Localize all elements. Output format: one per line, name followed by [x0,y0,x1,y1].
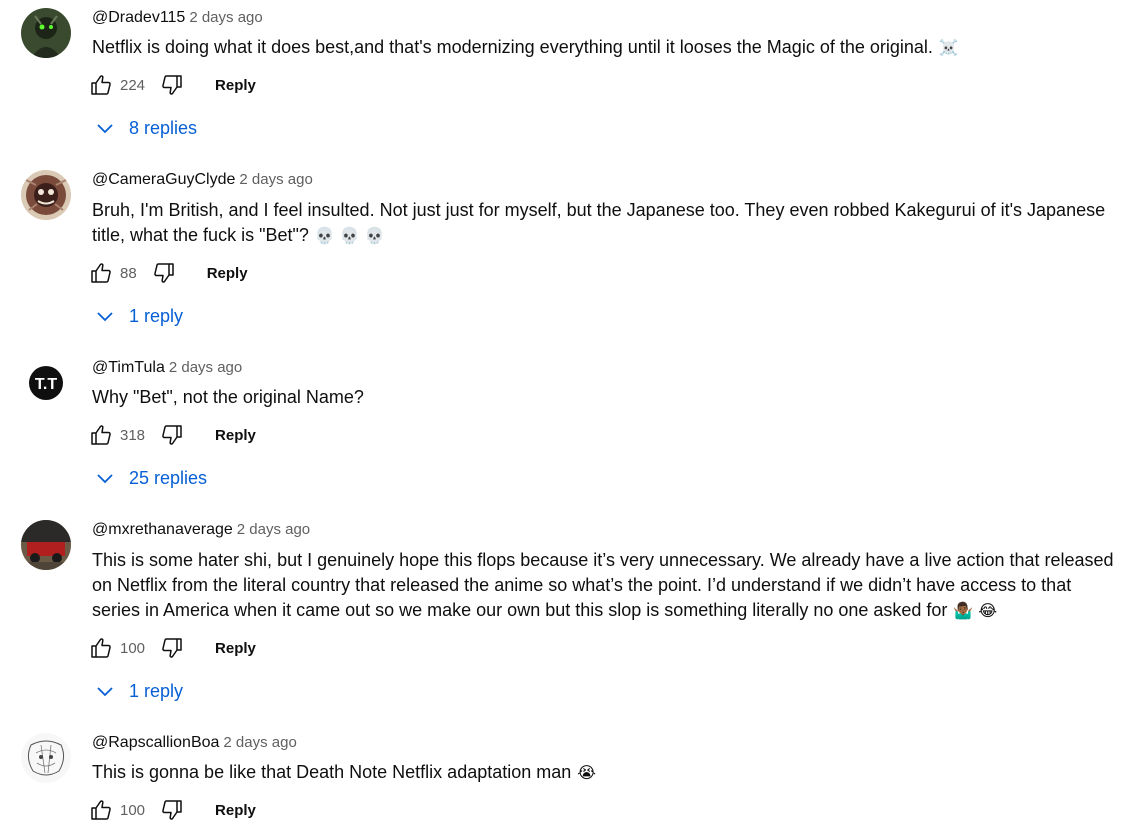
comment-header: @CameraGuyClyde 2 days ago [92,171,313,189]
comment-emoji: 😭 [577,763,596,782]
chevron-down-icon [94,117,116,139]
like-button[interactable] [88,635,114,661]
thumbs-down-icon [162,638,182,658]
dislike-button[interactable] [159,72,185,98]
comment-timestamp[interactable]: 2 days ago [189,9,262,26]
chevron-down-icon [94,305,116,327]
comment-timestamp[interactable]: 2 days ago [223,734,296,751]
comment-text: Why "Bet", not the original Name? [92,385,1117,410]
comment-author[interactable]: @mxrethanaverage [92,521,233,538]
comment-author[interactable]: @RapscallionBoa [92,734,219,751]
comment-text: Bruh, I'm British, and I feel insulted. … [92,198,1117,248]
comment-header: @TimTula 2 days ago [92,359,242,377]
comment-actions: 318 Reply [88,421,256,449]
thumbs-down-icon [162,425,182,445]
dislike-button[interactable] [159,422,185,448]
comment-actions: 224 Reply [88,71,256,99]
like-count: 100 [120,801,146,819]
reply-button[interactable]: Reply [207,265,248,282]
avatar[interactable] [21,733,71,783]
like-button[interactable] [88,260,114,286]
comment-author[interactable]: @Dradev115 [92,9,185,26]
view-replies-button[interactable]: 1 reply [94,678,183,704]
comment-author[interactable]: @TimTula [92,359,165,376]
comment-text-body: This is gonna be like that Death Note Ne… [92,762,572,782]
like-button[interactable] [88,422,114,448]
thumbs-up-icon [91,638,111,658]
comment-text: This is gonna be like that Death Note Ne… [92,760,1117,785]
reply-button[interactable]: Reply [215,77,256,94]
comment-actions: 100 Reply [88,634,256,662]
avatar-image [21,733,71,783]
comment-actions: 88 Reply [88,259,248,287]
thumbs-down-icon [162,75,182,95]
like-button[interactable] [88,797,114,823]
comment-text-body: Why "Bet", not the original Name? [92,387,364,407]
comment-text: This is some hater shi, but I genuinely … [92,548,1117,623]
avatar-image [21,520,71,570]
comment-header: @mxrethanaverage 2 days ago [92,521,310,539]
chevron-down-icon [94,467,116,489]
comment-emoji: 🤷🏾‍♂️ 😂 [953,601,998,620]
comment-header: @RapscallionBoa 2 days ago [92,734,297,752]
view-replies-button[interactable]: 8 replies [94,115,197,141]
reply-button[interactable]: Reply [215,640,256,657]
view-replies-button[interactable]: 1 reply [94,303,183,329]
comment-timestamp[interactable]: 2 days ago [237,521,310,538]
comment-actions: 100 Reply [88,796,256,824]
avatar[interactable] [21,8,71,58]
like-count: 88 [120,264,137,282]
avatar[interactable] [21,170,71,220]
dislike-button[interactable] [159,635,185,661]
comment-text: Netflix is doing what it does best,and t… [92,35,1117,60]
like-button[interactable] [88,72,114,98]
reply-button[interactable]: Reply [215,802,256,819]
replies-count: 8 replies [129,117,198,138]
like-count: 224 [120,76,146,94]
thumbs-up-icon [91,800,111,820]
view-replies-button[interactable]: 25 replies [94,465,207,491]
avatar-initials: T.T [35,376,57,393]
comment-text-body: Bruh, I'm British, and I feel insulted. … [92,200,1106,245]
thumbs-down-icon [153,263,174,283]
thumbs-up-icon [91,425,111,445]
comment-emoji: 💀 💀 💀 [314,226,385,245]
comment-text-body: Netflix is doing what it does best,and t… [92,37,933,57]
comment-author[interactable]: @CameraGuyClyde [92,171,235,188]
reply-button[interactable]: Reply [215,427,256,444]
replies-count: 1 reply [129,680,184,701]
avatar-image [21,8,71,58]
comment-timestamp[interactable]: 2 days ago [169,359,242,376]
comment-timestamp[interactable]: 2 days ago [239,171,312,188]
replies-count: 25 replies [129,467,208,488]
comment-emoji: ☠️ [938,38,959,57]
avatar-image: T.T [21,358,71,408]
replies-count: 1 reply [129,305,184,326]
dislike-button[interactable] [159,797,185,823]
thumbs-down-icon [162,800,182,820]
avatar[interactable] [21,520,71,570]
thumbs-up-icon [91,75,111,95]
chevron-down-icon [94,680,116,702]
avatar[interactable]: T.T [21,358,71,408]
like-count: 318 [120,426,146,444]
dislike-button[interactable] [151,260,177,286]
thumbs-up-icon [91,263,111,283]
avatar-image [21,170,71,220]
comment-header: @Dradev115 2 days ago [92,9,263,27]
like-count: 100 [120,639,146,657]
